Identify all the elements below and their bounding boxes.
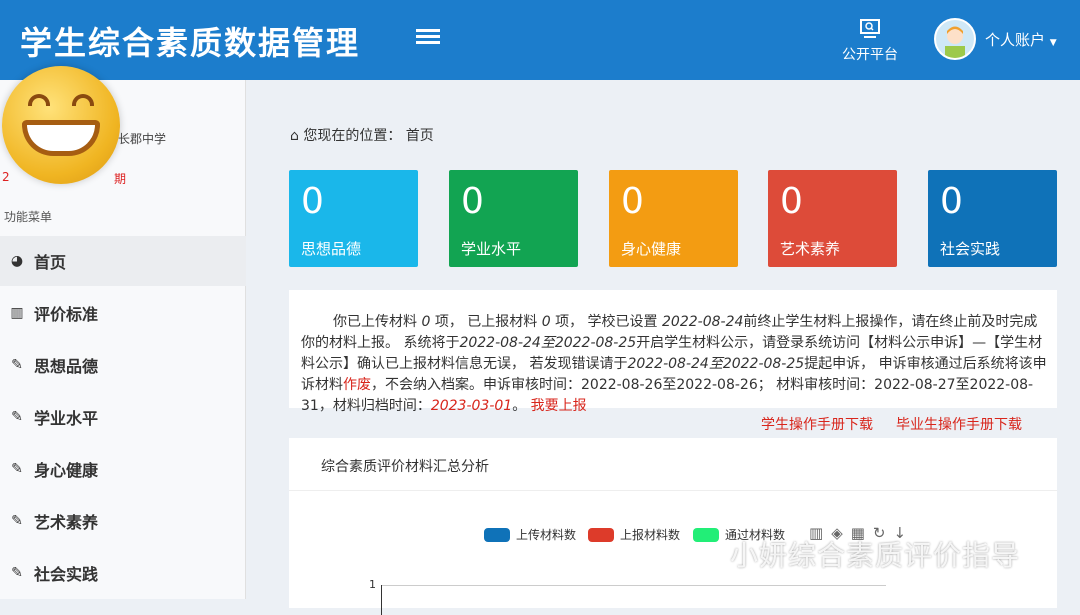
caret-down-icon: ▼ xyxy=(1049,38,1057,48)
card-value: 0 xyxy=(461,181,484,222)
graduate-manual-download-link[interactable]: 毕业生操作手册下载 xyxy=(896,414,1022,434)
app-title: 学生综合素质数据管理 xyxy=(20,24,361,62)
sidebar-item-social-practice[interactable]: ✎ 社会实践 xyxy=(0,548,246,598)
account-label: 个人账户 xyxy=(985,31,1046,49)
card-label: 社会实践 xyxy=(940,240,1001,258)
legend-upload[interactable]: 上传材料数 xyxy=(484,526,576,543)
edit-icon: ✎ xyxy=(11,409,23,425)
card-label: 思想品德 xyxy=(301,240,362,258)
sidebar-item-label: 首页 xyxy=(34,253,67,272)
stat-card-morality[interactable]: 0 思想品德 xyxy=(289,170,418,267)
student-manual-download-link[interactable]: 学生操作手册下载 xyxy=(761,414,873,434)
sidebar-item-label: 社会实践 xyxy=(34,565,99,584)
watermark: 小妍综合素质评价指导 xyxy=(730,539,1021,572)
card-label: 艺术素养 xyxy=(780,240,841,258)
stat-card-academic[interactable]: 0 学业水平 xyxy=(449,170,578,267)
breadcrumb-current[interactable]: 首页 xyxy=(406,128,434,144)
sidebar-item-label: 艺术素养 xyxy=(34,513,99,532)
chart-title: 综合素质评价材料汇总分析 xyxy=(321,459,489,475)
sidebar-item-label: 评价标准 xyxy=(34,305,99,324)
sidebar-item-home[interactable]: ◕ 首页 xyxy=(0,236,246,286)
public-platform-button[interactable]: 公开平台 xyxy=(842,18,898,64)
notice-panel: 你已上传材料 0 项， 已上报材料 0 项， 学校已设置 2022-08-24前… xyxy=(289,290,1057,414)
card-value: 0 xyxy=(621,181,644,222)
breadcrumb-prefix: 您现在的位置： xyxy=(303,128,402,144)
gridline xyxy=(381,585,886,586)
sidebar-item-arts[interactable]: ✎ 艺术素养 xyxy=(0,496,246,546)
menu-toggle-icon[interactable] xyxy=(416,26,440,50)
y-tick-label: 1 xyxy=(369,578,376,591)
card-value: 0 xyxy=(780,181,803,222)
legend-report[interactable]: 上报材料数 xyxy=(588,526,680,543)
edit-icon: ✎ xyxy=(11,461,23,477)
sidebar-item-label: 身心健康 xyxy=(34,461,99,480)
dashboard-icon: ◕ xyxy=(10,253,24,269)
sidebar-item-standards[interactable]: ▥ 评价标准 xyxy=(0,288,246,338)
sidebar-item-morality[interactable]: ✎ 思想品德 xyxy=(0,340,246,390)
edit-icon: ✎ xyxy=(11,513,23,529)
term-prefix: 2 xyxy=(2,170,10,184)
grinning-emoji-sticker xyxy=(2,66,120,184)
public-platform-label: 公开平台 xyxy=(842,47,898,63)
breadcrumb: ⌂ 您现在的位置： 首页 xyxy=(290,125,434,145)
map-icon: ▥ xyxy=(10,305,24,321)
term-suffix: 期 xyxy=(114,172,127,186)
school-name: 长郡中学 xyxy=(118,132,167,146)
edit-icon: ✎ xyxy=(11,565,23,581)
edit-icon: ✎ xyxy=(11,357,23,373)
card-value: 0 xyxy=(940,181,963,222)
card-label: 身心健康 xyxy=(621,240,682,258)
account-menu[interactable]: 个人账户 ▼ xyxy=(985,29,1057,50)
monitor-search-icon xyxy=(860,19,880,38)
sidebar: 长郡中学 2 期 功能菜单 ◕ 首页 ▥ 评价标准 ✎ 思想品德 ✎ 学业水平 ✎ 身心健… xyxy=(0,66,246,599)
y-axis xyxy=(381,585,382,615)
chart-panel: 综合素质评价材料汇总分析 上传材料数 上报材料数 通过材料数 ▥◈▦↻↓ 1 xyxy=(289,438,1057,615)
sidebar-item-academic[interactable]: ✎ 学业水平 xyxy=(0,392,246,442)
sidebar-item-label: 思想品德 xyxy=(34,357,99,376)
sidebar-item-label: 学业水平 xyxy=(34,409,99,428)
report-link[interactable]: 我要上报 xyxy=(531,398,587,414)
stat-card-arts[interactable]: 0 艺术素养 xyxy=(768,170,897,267)
card-label: 学业水平 xyxy=(461,240,522,258)
sidebar-item-health[interactable]: ✎ 身心健康 xyxy=(0,444,246,494)
menu-title: 功能菜单 xyxy=(4,210,53,224)
card-value: 0 xyxy=(301,181,324,222)
stat-card-health[interactable]: 0 身心健康 xyxy=(609,170,738,267)
top-header: 学生综合素质数据管理 公开平台 个人账户 ▼ xyxy=(0,0,1080,80)
home-icon: ⌂ xyxy=(290,128,299,144)
stat-card-social[interactable]: 0 社会实践 xyxy=(928,170,1057,267)
avatar[interactable] xyxy=(934,18,976,60)
